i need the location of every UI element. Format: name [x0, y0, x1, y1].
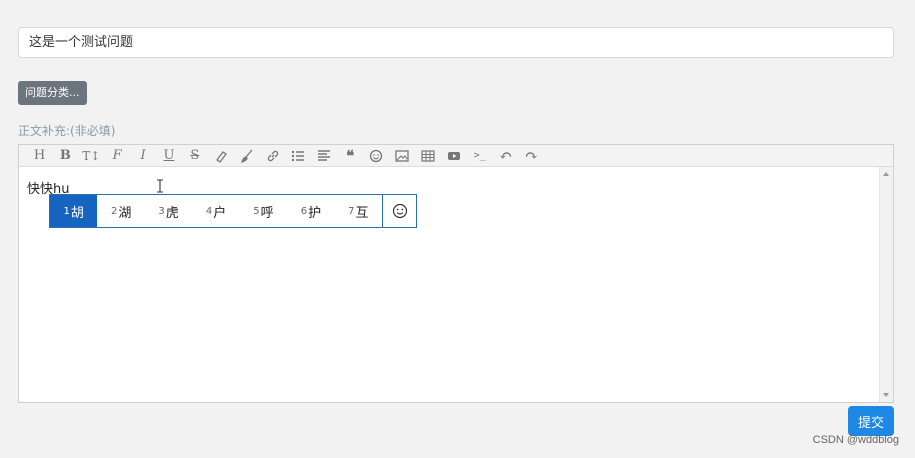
ime-emoji-icon[interactable] — [382, 195, 416, 227]
bold-icon[interactable]: B — [54, 146, 77, 166]
redo-icon[interactable]: ↷ — [520, 146, 543, 166]
link-icon[interactable] — [261, 146, 284, 166]
body-label: 正文补充:(非必填) — [18, 124, 116, 138]
submit-button[interactable]: 提交 — [848, 406, 894, 436]
candidate-number: 3 — [158, 205, 165, 217]
ime-candidate[interactable]: 4户 — [192, 195, 239, 227]
ime-candidate[interactable]: 6护 — [287, 195, 334, 227]
candidate-number: 6 — [300, 205, 308, 217]
italic-icon[interactable]: I — [132, 146, 155, 166]
candidate-text: 胡 — [70, 205, 84, 221]
text-size-icon[interactable]: T↕ — [80, 146, 103, 166]
candidate-number: 2 — [110, 205, 118, 217]
underline-icon[interactable]: U — [157, 146, 180, 166]
scroll-up-icon[interactable] — [883, 172, 889, 176]
candidate-text: 呼 — [260, 205, 274, 221]
eraser-icon[interactable] — [209, 146, 232, 166]
heading-icon[interactable]: H — [28, 146, 51, 166]
ime-candidate[interactable]: 2湖 — [97, 195, 144, 227]
undo-icon[interactable]: ↶ — [494, 146, 517, 166]
font-icon[interactable]: F — [106, 146, 129, 166]
image-icon[interactable] — [390, 146, 413, 166]
candidate-number: 1 — [63, 205, 70, 217]
candidate-number: 4 — [205, 205, 213, 217]
candidate-number: 7 — [348, 205, 355, 217]
align-icon[interactable] — [313, 146, 336, 166]
scroll-down-icon[interactable] — [883, 393, 889, 397]
brush-icon[interactable] — [235, 146, 258, 166]
editor-toolbar: H B T↕ F I U S ❝ >_ ↶ ↷ — [19, 145, 893, 167]
video-icon[interactable] — [442, 146, 465, 166]
ime-candidate[interactable]: 5呼 — [240, 195, 287, 227]
ime-candidate[interactable]: 7互 — [335, 195, 382, 227]
ime-candidate[interactable]: 3虎 — [145, 195, 192, 227]
table-icon[interactable] — [416, 146, 439, 166]
ime-candidate[interactable]: 1胡 — [50, 195, 98, 227]
candidate-text: 湖 — [118, 205, 132, 221]
candidate-text: 户 — [213, 205, 227, 221]
strikethrough-icon[interactable]: S — [183, 146, 206, 166]
category-button[interactable]: 问题分类... — [18, 81, 87, 105]
text-cursor-icon — [157, 179, 163, 193]
editor-scrollbar[interactable] — [879, 167, 893, 402]
ime-candidate-bar: 1胡 2湖 3虎 4户 5呼 6护 7互 — [49, 194, 417, 228]
watermark: CSDN @wddblog — [812, 434, 899, 446]
candidate-number: 5 — [253, 205, 260, 217]
candidate-text: 护 — [308, 205, 322, 221]
code-icon[interactable]: >_ — [468, 146, 491, 166]
candidate-text: 互 — [355, 205, 369, 221]
question-title-input[interactable]: 这是一个测试问题 — [18, 27, 894, 58]
list-icon[interactable] — [287, 146, 310, 166]
rich-text-editor: H B T↕ F I U S ❝ >_ ↶ ↷ 快快hu — [18, 144, 894, 403]
quote-icon[interactable]: ❝ — [339, 146, 362, 166]
emoji-icon[interactable] — [365, 146, 388, 166]
candidate-text: 虎 — [165, 205, 179, 221]
